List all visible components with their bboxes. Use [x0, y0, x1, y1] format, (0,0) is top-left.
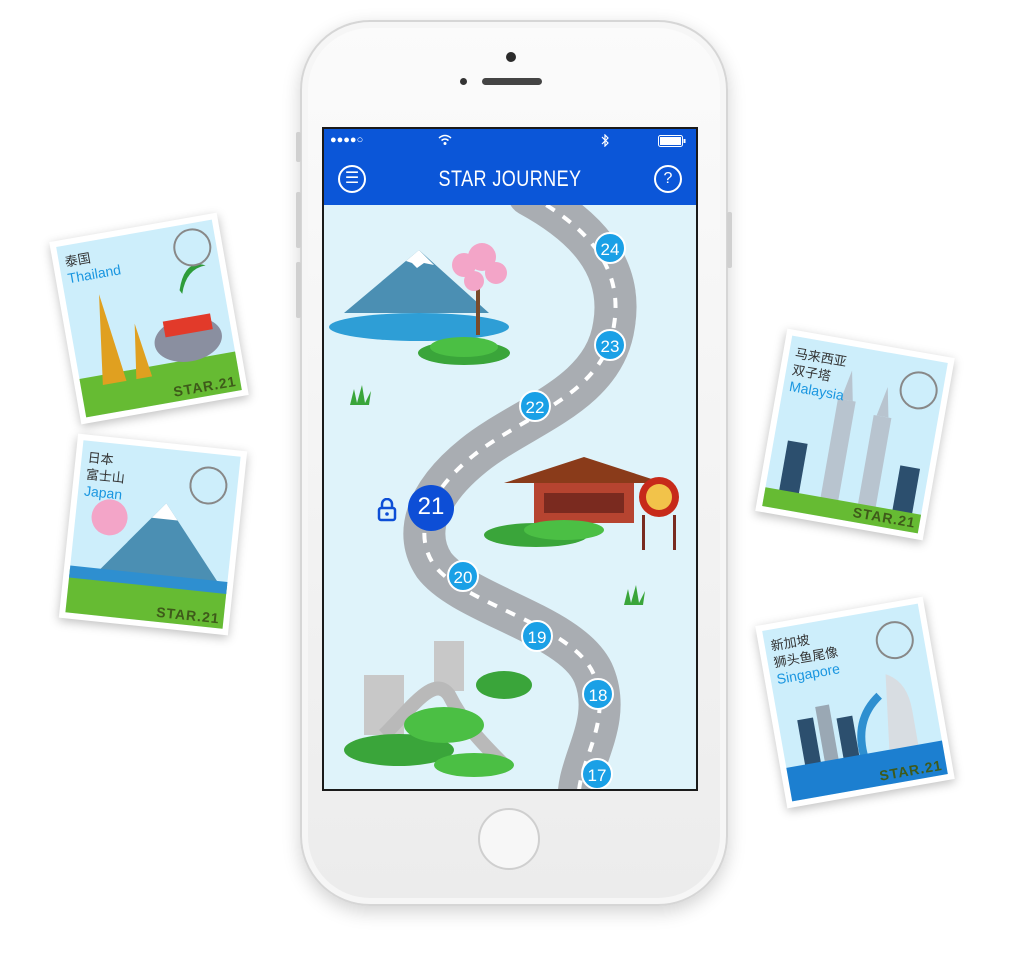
- front-camera: [506, 52, 516, 62]
- stamp-malaysia[interactable]: 马来西亚 双子塔 Malaysia STAR.21: [755, 328, 955, 541]
- level-node[interactable]: 24: [594, 232, 626, 264]
- level-node[interactable]: 18: [582, 678, 614, 710]
- level-node[interactable]: 22: [519, 390, 551, 422]
- journey-map: 24 23 22 21 20 19 18 17: [324, 205, 696, 789]
- wifi-icon: [438, 134, 452, 145]
- stamp-thailand[interactable]: 泰国 Thailand STAR.21: [49, 212, 249, 425]
- status-bar: ●●●●○: [324, 129, 696, 153]
- battery-icon: [658, 135, 686, 147]
- nav-bar: ☰ STAR JOURNEY ?: [324, 153, 696, 205]
- help-icon: ?: [663, 170, 673, 187]
- lock-icon: [377, 498, 397, 522]
- help-button[interactable]: ?: [654, 165, 682, 193]
- singapore-illustration: [762, 603, 948, 802]
- page-title: STAR JOURNEY: [438, 166, 582, 191]
- level-node[interactable]: 23: [594, 329, 626, 361]
- earpiece-speaker: [482, 78, 542, 85]
- level-node[interactable]: 17: [581, 758, 613, 789]
- home-button[interactable]: [478, 808, 540, 870]
- bluetooth-icon: [601, 134, 609, 147]
- signal-strength: ●●●●○: [330, 134, 364, 146]
- stamp-label: 日本 富士山 Japan: [83, 449, 126, 503]
- level-node-current[interactable]: 21: [408, 485, 454, 531]
- stamp-singapore[interactable]: 新加坡 狮头鱼尾像 Singapore STAR.21: [755, 596, 955, 809]
- level-node[interactable]: 19: [521, 620, 553, 652]
- app-screen: ●●●●○ ☰ STAR JOURNEY ? 24 23 22 21 20 19…: [322, 127, 698, 791]
- stamp-japan[interactable]: 日本 富士山 Japan STAR.21: [58, 433, 248, 636]
- level-node[interactable]: 20: [447, 560, 479, 592]
- stamp-label: 马来西亚 双子塔 Malaysia: [788, 345, 848, 404]
- proximity-sensor: [460, 78, 467, 85]
- thailand-illustration: [56, 219, 242, 418]
